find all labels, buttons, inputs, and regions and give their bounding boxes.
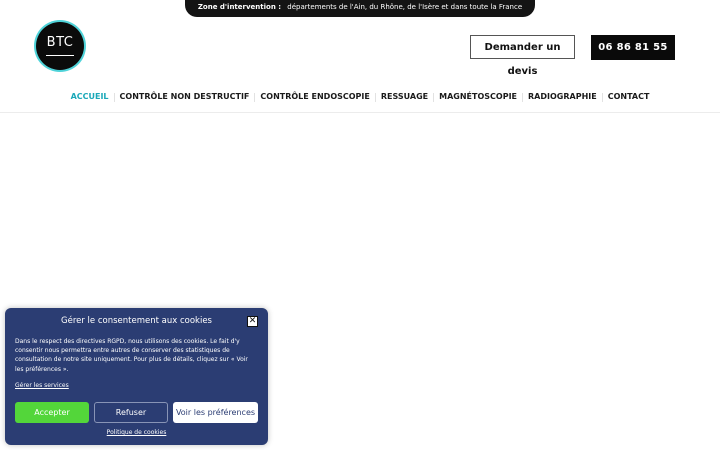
- nav-item-controle-endoscopie[interactable]: CONTRÔLE ENDOSCOPIE: [255, 91, 374, 103]
- phone-button[interactable]: 06 86 81 55 37: [591, 35, 675, 78]
- logo-text: BTC: [46, 35, 74, 50]
- request-quote-button[interactable]: Demander un devis: [470, 35, 575, 77]
- close-icon[interactable]: ✕: [247, 316, 258, 327]
- nav-item-controle-non-destructif[interactable]: CONTRÔLE NON DESTRUCTIF: [115, 91, 255, 103]
- nav-item-accueil[interactable]: ACCUEIL: [66, 91, 114, 103]
- cookie-dialog-title: Gérer le consentement aux cookies: [61, 316, 212, 326]
- site-logo[interactable]: BTC: [36, 22, 84, 70]
- zone-bar: Zone d'intervention : départements de l'…: [185, 0, 535, 17]
- logo-underline: [46, 55, 74, 56]
- cookie-description: Dans le respect des directives RGPD, nou…: [15, 338, 248, 373]
- zone-text: départements de l'Ain, du Rhône, de l'Is…: [287, 3, 523, 11]
- cookie-policy-link[interactable]: Politique de cookies: [5, 429, 268, 436]
- accept-button[interactable]: Accepter: [15, 402, 89, 423]
- header-divider: [0, 112, 720, 113]
- zone-label: Zone d'intervention :: [197, 3, 282, 11]
- nav-item-ressuage[interactable]: RESSUAGE: [376, 91, 433, 103]
- view-preferences-button[interactable]: Voir les préférences: [173, 402, 258, 423]
- page: Zone d'intervention : départements de l'…: [0, 0, 720, 450]
- nav-item-radiographie[interactable]: RADIOGRAPHIE: [523, 91, 602, 103]
- nav-item-contact[interactable]: CONTACT: [603, 91, 655, 103]
- cookie-consent-dialog: Gérer le consentement aux cookies ✕ Dans…: [5, 308, 268, 445]
- manage-services-link[interactable]: Gérer les services: [15, 382, 69, 389]
- main-nav: ACCUEIL CONTRÔLE NON DESTRUCTIF CONTRÔLE…: [0, 90, 720, 104]
- refuse-button[interactable]: Refuser: [94, 402, 168, 423]
- nav-item-magnetoscopie[interactable]: MAGNÉTOSCOPIE: [434, 91, 522, 103]
